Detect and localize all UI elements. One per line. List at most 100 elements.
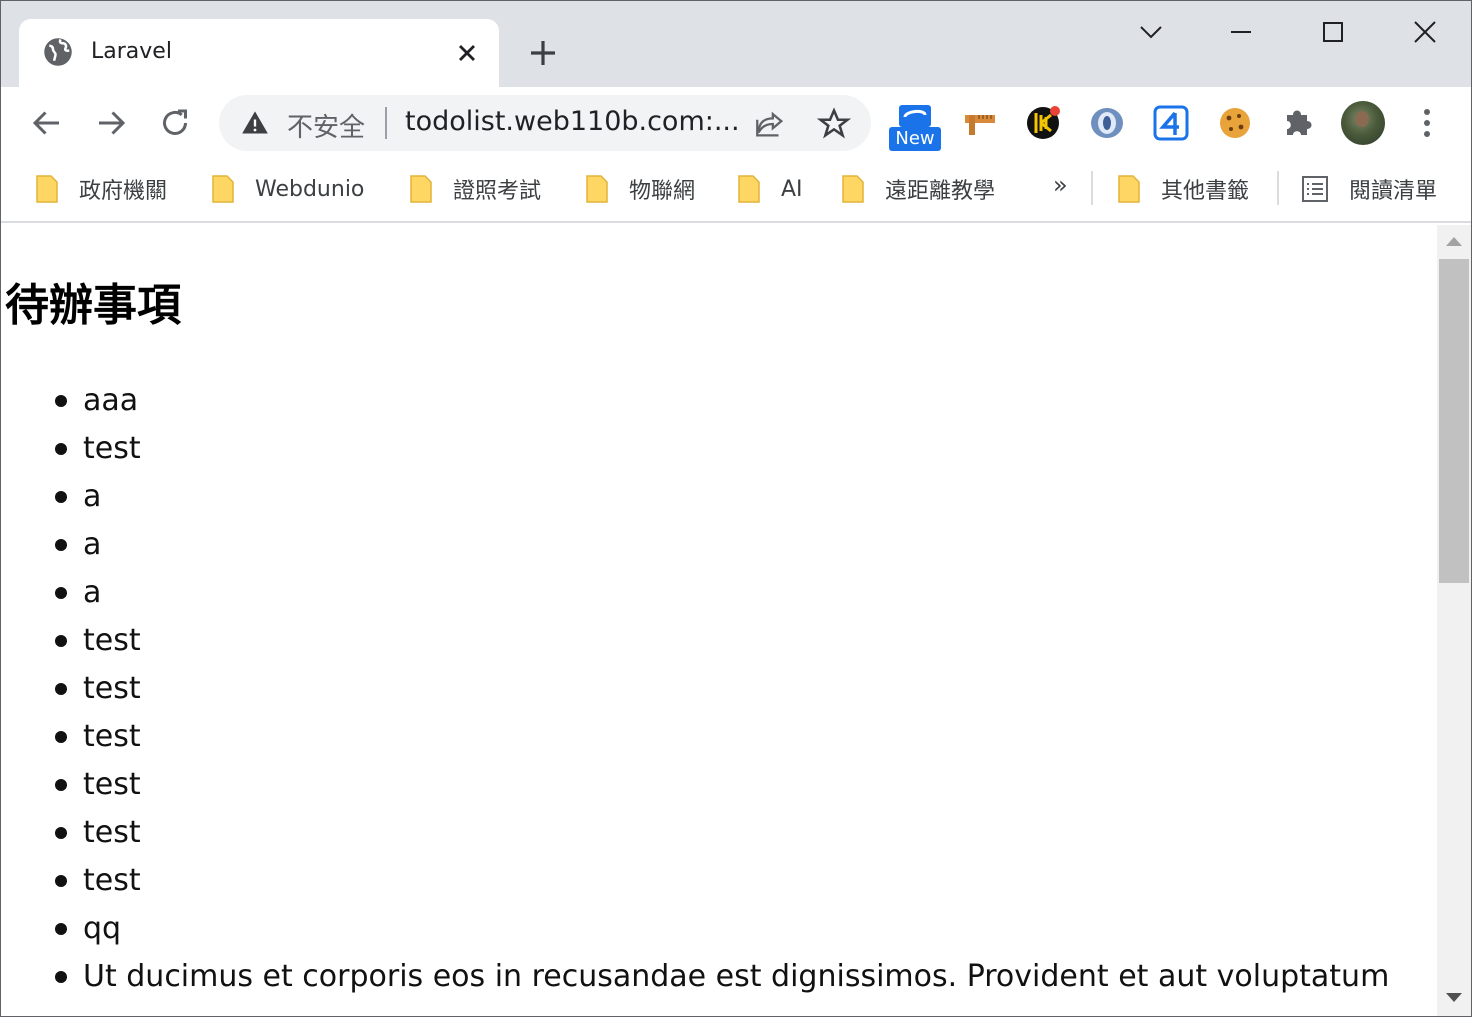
folder-icon bbox=[212, 175, 234, 203]
bookmark-folder[interactable]: 政府機關 bbox=[35, 169, 167, 209]
scroll-down-arrow-icon[interactable] bbox=[1446, 993, 1462, 1002]
warning-icon[interactable] bbox=[241, 109, 269, 137]
page-content: 待辦事項 aaa test a a a test test test test … bbox=[1, 225, 1437, 1016]
bullet bbox=[55, 683, 67, 695]
browser-tab[interactable]: Laravel bbox=[19, 19, 499, 87]
bookmark-folder[interactable]: AI bbox=[737, 169, 803, 209]
todo-item: test bbox=[1, 665, 1389, 713]
title-bar: Laravel bbox=[1, 1, 1471, 87]
todo-text: a bbox=[83, 575, 102, 610]
bullet bbox=[55, 971, 67, 983]
todo-text: test bbox=[83, 863, 141, 898]
folder-icon bbox=[738, 175, 760, 203]
profile-avatar[interactable] bbox=[1341, 101, 1385, 145]
bullet bbox=[55, 539, 67, 551]
close-tab-icon[interactable] bbox=[453, 39, 481, 67]
bookmark-folder[interactable]: 遠距離教學 bbox=[841, 169, 995, 209]
new-badge-extension[interactable]: New bbox=[889, 101, 941, 151]
bullet bbox=[55, 587, 67, 599]
reading-list-label: 閱讀清單 bbox=[1349, 179, 1438, 204]
todo-item: qq bbox=[1, 905, 1389, 953]
todo-text: qq bbox=[83, 911, 122, 946]
todo-item: test bbox=[1, 713, 1389, 761]
other-bookmarks-folder[interactable]: 其他書籤 bbox=[1117, 169, 1249, 209]
bookmark-label: AI bbox=[781, 176, 803, 202]
new-badge: New bbox=[889, 127, 941, 151]
todo-text: test bbox=[83, 815, 141, 850]
todo-item: a bbox=[1, 473, 1389, 521]
todo-text: test bbox=[83, 719, 141, 754]
todo-item: aaa bbox=[1, 377, 1389, 425]
cookie-extension-icon[interactable] bbox=[1213, 101, 1257, 145]
ring-extension-icon[interactable] bbox=[1085, 101, 1129, 145]
todo-list: aaa test a a a test test test test test … bbox=[1, 377, 1389, 1001]
back-icon[interactable] bbox=[29, 105, 65, 141]
todo-text: test bbox=[83, 767, 141, 802]
bookmark-label: 物聯網 bbox=[629, 179, 696, 204]
page-scrollbar[interactable] bbox=[1437, 225, 1471, 1016]
bullet bbox=[55, 443, 67, 455]
tab-search-icon[interactable] bbox=[1131, 15, 1171, 51]
folder-icon bbox=[36, 175, 58, 203]
reading-list-icon bbox=[1302, 176, 1328, 202]
bookmark-label: 其他書籤 bbox=[1161, 179, 1250, 204]
page-title: 待辦事項 bbox=[5, 280, 181, 331]
todo-item: test bbox=[1, 809, 1389, 857]
forward-icon[interactable] bbox=[93, 105, 129, 141]
reload-icon[interactable] bbox=[157, 105, 193, 141]
todo-text: aaa bbox=[83, 383, 139, 418]
bullet bbox=[55, 395, 67, 407]
bookmark-star-icon[interactable] bbox=[817, 107, 851, 141]
puzzle-icon[interactable] bbox=[1277, 101, 1321, 145]
todo-text: a bbox=[83, 527, 102, 562]
todo-item: test bbox=[1, 857, 1389, 905]
todo-text: a bbox=[83, 479, 102, 514]
folder-icon bbox=[842, 175, 864, 203]
bullet bbox=[55, 731, 67, 743]
bookmark-label: Webdunio bbox=[255, 176, 365, 202]
url-text[interactable]: todolist.web110b.com:... bbox=[405, 106, 740, 137]
todo-text: test bbox=[83, 671, 141, 706]
scrollbar-thumb[interactable] bbox=[1439, 259, 1469, 583]
four-extension-icon[interactable] bbox=[1149, 101, 1193, 145]
folder-icon bbox=[586, 175, 608, 203]
todo-item: Ut ducimus et corporis eos in recusandae… bbox=[1, 953, 1389, 1001]
bullet bbox=[55, 875, 67, 887]
reading-list-button[interactable]: 閱讀清單 bbox=[1301, 169, 1437, 209]
keeper-extension-icon[interactable] bbox=[1021, 101, 1065, 145]
bookmark-label: 政府機關 bbox=[79, 179, 168, 204]
address-bar[interactable]: 不安全 todolist.web110b.com:... bbox=[219, 95, 871, 151]
new-tab-icon[interactable] bbox=[527, 37, 559, 69]
bookmark-label: 遠距離教學 bbox=[885, 179, 996, 204]
folder-icon bbox=[410, 175, 432, 203]
bookmarks-overflow-button[interactable]: » bbox=[1053, 171, 1068, 199]
bullet bbox=[55, 779, 67, 791]
browser-window: Laravel 不安全 todolist.web110b.com:... New… bbox=[0, 0, 1472, 1017]
bullet bbox=[55, 491, 67, 503]
todo-item: test bbox=[1, 761, 1389, 809]
minimize-icon[interactable] bbox=[1221, 15, 1261, 51]
scroll-up-arrow-icon[interactable] bbox=[1446, 237, 1462, 246]
security-label[interactable]: 不安全 bbox=[287, 107, 365, 144]
omnibox-divider bbox=[385, 107, 387, 139]
bookmark-folder[interactable]: 證照考試 bbox=[409, 169, 541, 209]
menu-kebab-icon[interactable] bbox=[1405, 101, 1449, 145]
screen-capture-icon bbox=[899, 105, 931, 127]
todo-item: a bbox=[1, 569, 1389, 617]
tab-title: Laravel bbox=[91, 39, 172, 64]
bookmark-label: 證照考試 bbox=[453, 179, 542, 204]
share-icon[interactable] bbox=[753, 107, 787, 141]
bullet bbox=[55, 923, 67, 935]
bookmarks-divider bbox=[1091, 171, 1093, 205]
todo-item: test bbox=[1, 425, 1389, 473]
globe-icon bbox=[44, 38, 72, 66]
bookmark-folder[interactable]: Webdunio bbox=[211, 169, 364, 209]
ruler-extension-icon[interactable] bbox=[959, 101, 1003, 145]
todo-text: test bbox=[83, 431, 141, 466]
close-window-icon[interactable] bbox=[1405, 15, 1445, 51]
maximize-icon[interactable] bbox=[1313, 15, 1353, 51]
folder-icon bbox=[1118, 175, 1140, 203]
bookmark-folder[interactable]: 物聯網 bbox=[585, 169, 695, 209]
todo-text: Ut ducimus et corporis eos in recusandae… bbox=[83, 959, 1390, 994]
todo-item: test bbox=[1, 617, 1389, 665]
